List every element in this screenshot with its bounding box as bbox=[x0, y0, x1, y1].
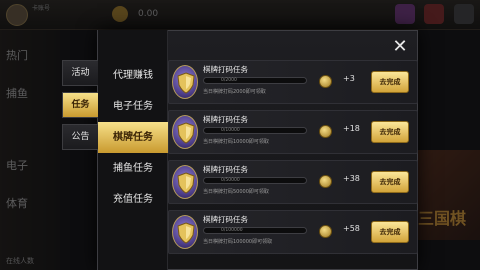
close-icon[interactable]: ✕ bbox=[389, 36, 411, 58]
task-description: 当日棋牌打码2000即可领取 bbox=[203, 89, 266, 95]
tab-announcement[interactable]: 公告 bbox=[62, 124, 98, 150]
progress-text: 0/10000 bbox=[221, 128, 240, 133]
task-list: 棋牌打码任务 0/2000 当日棋牌打码2000即可领取 +3 去完成 棋牌打码… bbox=[168, 60, 418, 270]
task-title: 棋牌打码任务 bbox=[203, 65, 248, 74]
game-category-sidebar: 热门 捕鱼 电子 体育 bbox=[0, 30, 60, 270]
task-description: 当日棋牌打码10000即可领取 bbox=[203, 139, 269, 145]
tab-announcement-label: 公告 bbox=[71, 132, 90, 142]
coin-icon bbox=[319, 125, 332, 138]
task-title: 棋牌打码任务 bbox=[203, 165, 248, 174]
shield-icon bbox=[172, 65, 198, 99]
coin-icon bbox=[319, 175, 332, 188]
task-row: 棋牌打码任务 0/50000 当日棋牌打码50000即可领取 +38 去完成 bbox=[168, 160, 418, 204]
progress-text: 0/2000 bbox=[221, 78, 237, 83]
shield-icon bbox=[172, 215, 198, 249]
category-slots: 电子 bbox=[6, 159, 28, 172]
shield-icon bbox=[172, 165, 198, 199]
category-sports: 体育 bbox=[6, 197, 28, 210]
task-description: 当日棋牌打码100000即可领取 bbox=[203, 239, 273, 245]
submenu-agent-earn[interactable]: 代理赚钱 bbox=[98, 60, 168, 91]
submenu-card-tasks[interactable]: 棋牌任务 bbox=[98, 122, 168, 153]
shield-icon bbox=[172, 115, 198, 149]
task-row: 棋牌打码任务 0/2000 当日棋牌打码2000即可领取 +3 去完成 bbox=[168, 60, 418, 104]
coin-icon bbox=[112, 6, 128, 22]
task-row: 棋牌打码任务 0/100000 当日棋牌打码100000即可领取 +58 去完成 bbox=[168, 210, 418, 254]
task-category-menu: 代理赚钱 电子任务 棋牌任务 捕鱼任务 充值任务 bbox=[98, 30, 168, 270]
tab-tasks-label: 任务 bbox=[71, 100, 90, 110]
game-banner-title: 三国棋 bbox=[418, 209, 467, 228]
coin-balance: 0.00 bbox=[138, 9, 159, 19]
coin-icon bbox=[319, 225, 332, 238]
reward-amount: +38 bbox=[343, 174, 360, 183]
progress-bar bbox=[203, 77, 307, 84]
go-complete-button[interactable]: 去完成 bbox=[371, 71, 409, 93]
task-description: 当日棋牌打码50000即可领取 bbox=[203, 189, 269, 195]
coin-icon bbox=[319, 75, 332, 88]
go-complete-button[interactable]: 去完成 bbox=[371, 221, 409, 243]
task-title: 棋牌打码任务 bbox=[203, 115, 248, 124]
submenu-slot-tasks[interactable]: 电子任务 bbox=[98, 91, 168, 122]
reward-amount: +58 bbox=[343, 224, 360, 233]
category-hot: 热门 bbox=[6, 49, 28, 62]
submenu-deposit-tasks[interactable]: 充值任务 bbox=[98, 184, 168, 215]
reward-amount: +3 bbox=[343, 74, 355, 83]
top-bar: 卡账号 0.00 bbox=[0, 0, 480, 30]
go-complete-button[interactable]: 去完成 bbox=[371, 171, 409, 193]
progress-text: 0/50000 bbox=[221, 178, 240, 183]
category-fishing: 捕鱼 bbox=[6, 87, 28, 100]
user-name: 卡账号 bbox=[32, 5, 51, 12]
shop-icon bbox=[395, 4, 415, 24]
progress-text: 0/100000 bbox=[221, 228, 243, 233]
task-row: 棋牌打码任务 0/10000 当日棋牌打码10000即可领取 +18 去完成 bbox=[168, 110, 418, 154]
tab-activity[interactable]: 活动 bbox=[62, 60, 98, 86]
settings-icon bbox=[454, 4, 474, 24]
online-count-label: 在线人数 bbox=[6, 257, 34, 265]
avatar bbox=[6, 4, 28, 26]
tab-tasks[interactable]: 任务 bbox=[62, 92, 98, 118]
task-title: 棋牌打码任务 bbox=[203, 215, 248, 224]
tab-activity-label: 活动 bbox=[71, 68, 90, 78]
go-complete-button[interactable]: 去完成 bbox=[371, 121, 409, 143]
progress-bar bbox=[203, 127, 307, 134]
progress-bar bbox=[203, 177, 307, 184]
reward-amount: +18 bbox=[343, 124, 360, 133]
submenu-fishing-tasks[interactable]: 捕鱼任务 bbox=[98, 153, 168, 184]
progress-bar bbox=[203, 227, 307, 234]
gift-icon bbox=[424, 4, 444, 24]
